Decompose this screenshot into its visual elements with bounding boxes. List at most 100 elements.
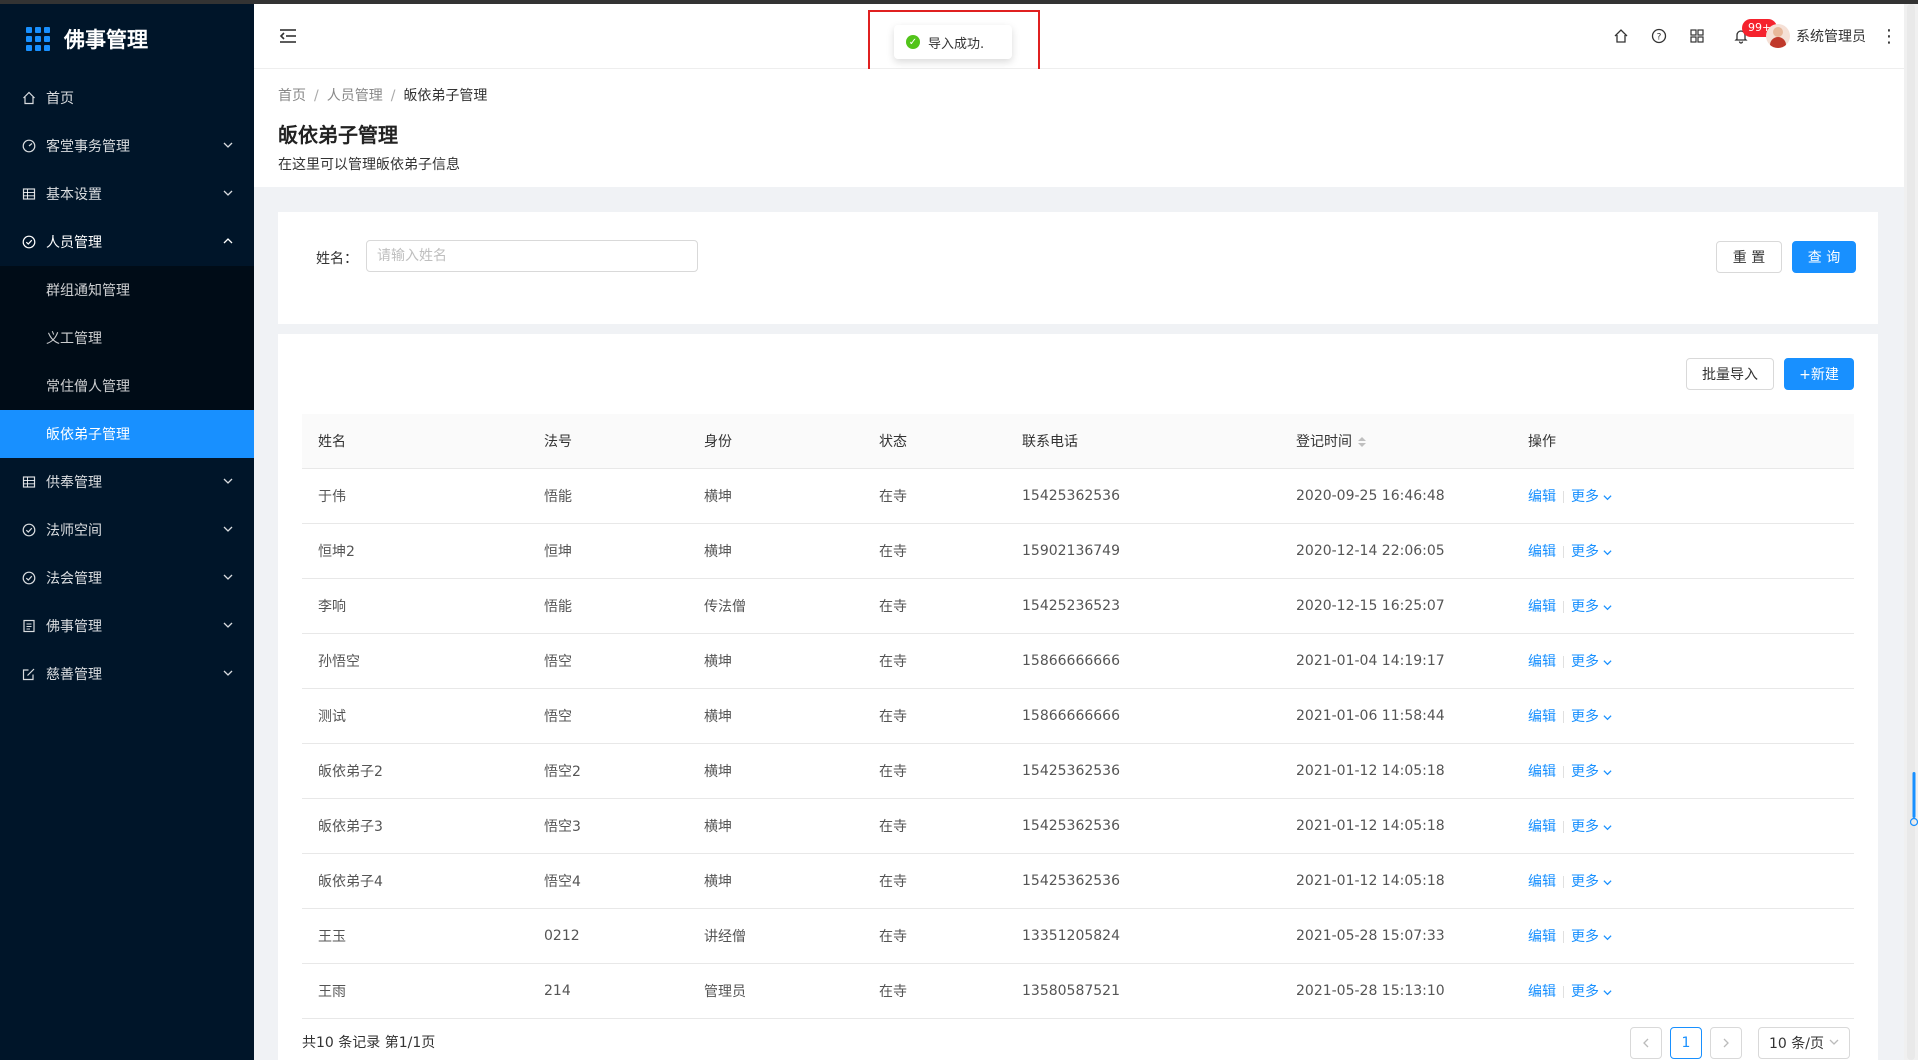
more-dropdown[interactable]: 更多 bbox=[1571, 544, 1612, 560]
disciple-table: 姓名 法号 身份 状态 联系电话 登记时间 操作 于伟 悟能 横坤 在寺 1542536… bbox=[302, 414, 1854, 1019]
sidebar-item-label: 法师空间 bbox=[46, 523, 102, 539]
scrollbar-thumb[interactable] bbox=[1907, 4, 1915, 1060]
search-card: 姓名： 重 置 查 询 bbox=[278, 212, 1878, 324]
cell-actions: 编辑 更多 bbox=[1512, 981, 1854, 1001]
sidebar-subitem-2[interactable]: 常住僧人管理 bbox=[0, 362, 254, 410]
sidebar-item-8[interactable]: 慈善管理 bbox=[0, 650, 254, 698]
sidebar-item-7[interactable]: 佛事管理 bbox=[0, 602, 254, 650]
sidebar-subitem-0[interactable]: 群组通知管理 bbox=[0, 266, 254, 314]
breadcrumb-personnel[interactable]: 人员管理 bbox=[327, 88, 383, 104]
more-dropdown[interactable]: 更多 bbox=[1571, 764, 1612, 780]
toast-highlight: ✓ 导入成功. bbox=[868, 10, 1040, 73]
username[interactable]: 系统管理员 bbox=[1796, 26, 1866, 46]
table-card: 批量导入 +新建 姓名 法号 身份 状态 联系电话 登记时间 操作 于伟 悟能 横坤… bbox=[278, 334, 1878, 1060]
more-dropdown[interactable]: 更多 bbox=[1571, 599, 1612, 615]
cell-dharma-name: 0212 bbox=[544, 928, 580, 944]
menu-fold-icon[interactable] bbox=[278, 26, 298, 46]
cell-identity: 横坤 bbox=[704, 489, 732, 505]
breadcrumb-home[interactable]: 首页 bbox=[278, 88, 306, 104]
cell-dharma-name: 悟空 bbox=[544, 709, 572, 725]
table-header: 姓名 法号 身份 状态 联系电话 登记时间 操作 bbox=[302, 414, 1854, 469]
sidebar-item-label: 佛事管理 bbox=[46, 619, 102, 635]
sort-icon[interactable] bbox=[1358, 437, 1366, 447]
edit-link[interactable]: 编辑 bbox=[1528, 929, 1556, 945]
col-phone: 联系电话 bbox=[1022, 434, 1078, 450]
app-logo[interactable]: 佛事管理 bbox=[0, 4, 254, 74]
chevron-down-icon bbox=[1603, 934, 1612, 940]
avatar[interactable] bbox=[1766, 24, 1790, 48]
more-dropdown[interactable]: 更多 bbox=[1571, 984, 1612, 1000]
apps-icon[interactable] bbox=[1678, 17, 1716, 55]
sidebar-item-2[interactable]: 基本设置 bbox=[0, 170, 254, 218]
sidebar-item-0[interactable]: 首页 bbox=[0, 74, 254, 122]
cell-identity: 横坤 bbox=[704, 764, 732, 780]
sidebar-item-5[interactable]: 法师空间 bbox=[0, 506, 254, 554]
sidebar-item-4[interactable]: 供奉管理 bbox=[0, 458, 254, 506]
more-dropdown[interactable]: 更多 bbox=[1571, 929, 1612, 945]
new-button[interactable]: +新建 bbox=[1784, 358, 1854, 390]
sidebar-item-label: 首页 bbox=[46, 91, 74, 107]
more-dropdown[interactable]: 更多 bbox=[1571, 819, 1612, 835]
table-row: 李响 悟能 传法僧 在寺 15425236523 2020-12-15 16:25:07 编… bbox=[302, 579, 1854, 634]
cell-name: 王玉 bbox=[318, 929, 346, 945]
breadcrumb: 首页 / 人员管理 / 皈依弟子管理 bbox=[278, 88, 488, 104]
sidebar-subitem-3[interactable]: 皈依弟子管理 bbox=[0, 410, 254, 458]
vertical-scrollbar[interactable] bbox=[1904, 4, 1918, 1060]
col-register-time[interactable]: 登记时间 bbox=[1280, 431, 1512, 451]
edit-link[interactable]: 编辑 bbox=[1528, 984, 1556, 1000]
sidebar-item-3[interactable]: 人员管理 bbox=[0, 218, 254, 266]
divider bbox=[1563, 711, 1564, 723]
cell-name: 皈依弟子2 bbox=[318, 764, 383, 780]
cell-dharma-name: 恒坤 bbox=[544, 544, 572, 560]
page-size-select[interactable]: 10 条/页 bbox=[1758, 1027, 1850, 1059]
cell-phone: 15425362536 bbox=[1022, 873, 1120, 889]
home-icon[interactable] bbox=[1602, 17, 1640, 55]
table-row: 孙悟空 悟空 横坤 在寺 15866666666 2021-01-04 14:19:17 编… bbox=[302, 634, 1854, 689]
next-page-button[interactable] bbox=[1710, 1027, 1742, 1059]
query-button[interactable]: 查 询 bbox=[1792, 241, 1856, 273]
cell-dharma-name: 悟空 bbox=[544, 654, 572, 670]
batch-import-button[interactable]: 批量导入 bbox=[1686, 358, 1774, 390]
edit-link[interactable]: 编辑 bbox=[1528, 819, 1556, 835]
edit-link[interactable]: 编辑 bbox=[1528, 544, 1556, 560]
more-dropdown[interactable]: 更多 bbox=[1571, 709, 1612, 725]
cell-status: 在寺 bbox=[879, 544, 907, 560]
reset-button[interactable]: 重 置 bbox=[1716, 241, 1782, 273]
check-circle-icon bbox=[22, 235, 36, 249]
edit-link[interactable]: 编辑 bbox=[1528, 874, 1556, 890]
cell-phone: 15866666666 bbox=[1022, 653, 1120, 669]
table-row: 皈依弟子4 悟空4 横坤 在寺 15425362536 2021-01-12 14:05:… bbox=[302, 854, 1854, 909]
edit-link[interactable]: 编辑 bbox=[1528, 654, 1556, 670]
chevron-down-icon bbox=[222, 475, 234, 487]
help-icon[interactable]: ? bbox=[1640, 17, 1678, 55]
col-register-time-label: 登记时间 bbox=[1296, 434, 1352, 450]
more-dropdown[interactable]: 更多 bbox=[1571, 874, 1612, 890]
sidebar-item-6[interactable]: 法会管理 bbox=[0, 554, 254, 602]
table-row: 皈依弟子2 悟空2 横坤 在寺 15425362536 2021-01-12 14:05:… bbox=[302, 744, 1854, 799]
prev-page-button[interactable] bbox=[1630, 1027, 1662, 1059]
cell-identity: 传法僧 bbox=[704, 599, 746, 615]
edit-link[interactable]: 编辑 bbox=[1528, 709, 1556, 725]
cell-actions: 编辑 更多 bbox=[1512, 816, 1854, 836]
cell-phone: 15425362536 bbox=[1022, 763, 1120, 779]
cell-register-time: 2021-01-12 14:05:18 bbox=[1296, 818, 1445, 834]
edit-link[interactable]: 编辑 bbox=[1528, 764, 1556, 780]
edit-link[interactable]: 编辑 bbox=[1528, 489, 1556, 505]
cell-status: 在寺 bbox=[879, 819, 907, 835]
cell-register-time: 2021-05-28 15:07:33 bbox=[1296, 928, 1445, 944]
name-search-input[interactable] bbox=[366, 240, 698, 272]
sidebar-subitem-1[interactable]: 义工管理 bbox=[0, 314, 254, 362]
cell-actions: 编辑 更多 bbox=[1512, 596, 1854, 616]
divider bbox=[1563, 656, 1564, 668]
page-1-button[interactable]: 1 bbox=[1670, 1027, 1702, 1059]
more-dropdown[interactable]: 更多 bbox=[1571, 489, 1612, 505]
bell-icon[interactable]: 99+ bbox=[1722, 17, 1778, 55]
more-dropdown[interactable]: 更多 bbox=[1571, 654, 1612, 670]
chevron-down-icon bbox=[1829, 1039, 1839, 1045]
edit-link[interactable]: 编辑 bbox=[1528, 599, 1556, 615]
sidebar-item-label: 慈善管理 bbox=[46, 667, 102, 683]
page-size-value: 10 条/页 bbox=[1769, 1036, 1824, 1052]
more-vertical-icon[interactable]: ⋮ bbox=[1880, 26, 1898, 47]
divider bbox=[1563, 601, 1564, 613]
sidebar-item-1[interactable]: 客堂事务管理 bbox=[0, 122, 254, 170]
